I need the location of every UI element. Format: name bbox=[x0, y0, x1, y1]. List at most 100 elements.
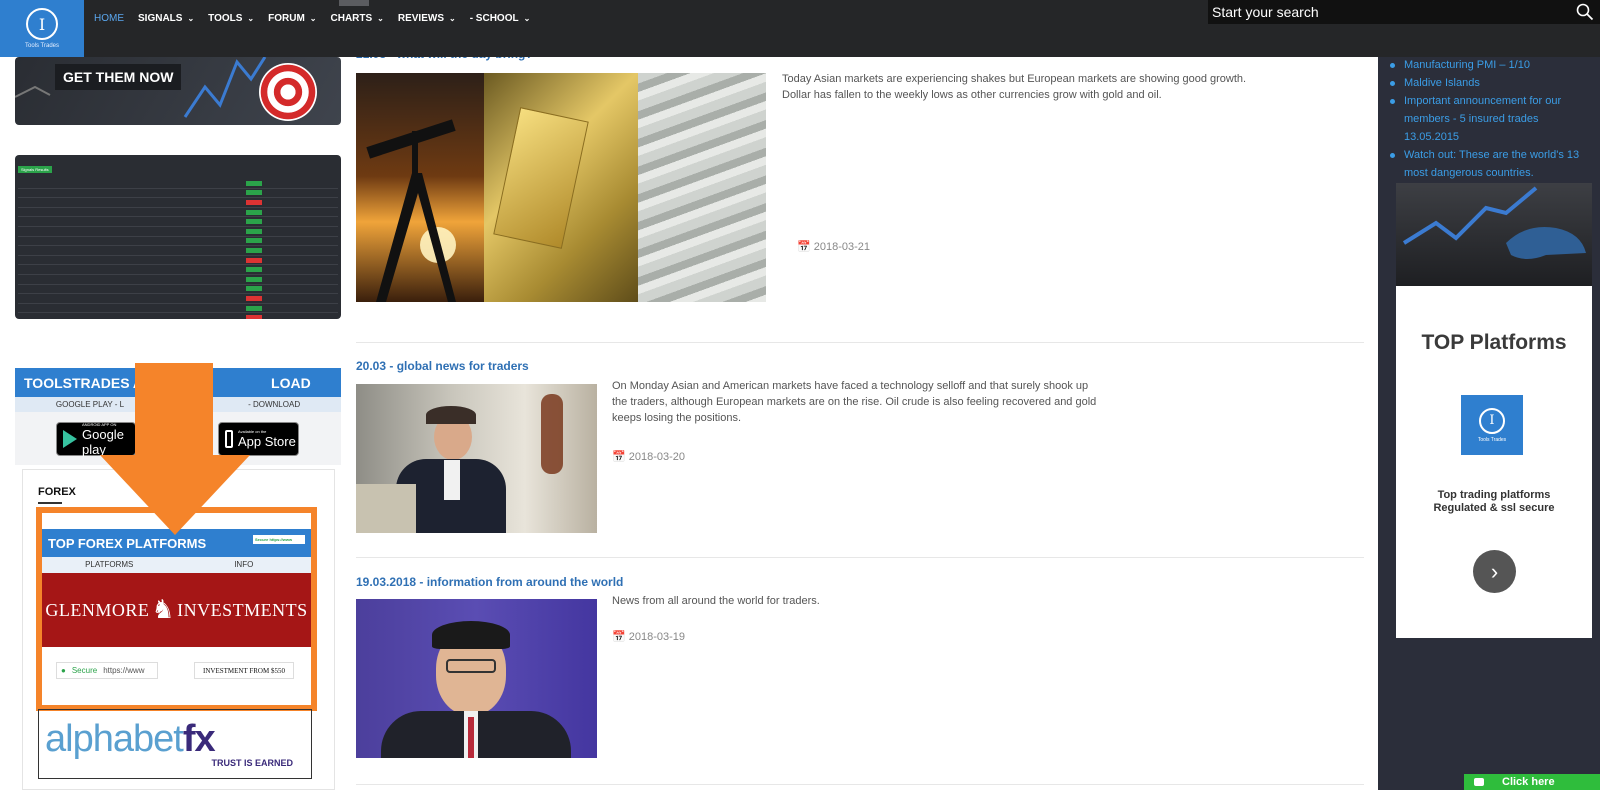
ad-copy-line-1: Top trading platforms bbox=[1437, 489, 1551, 501]
table-row bbox=[18, 208, 338, 218]
divider bbox=[356, 557, 1364, 558]
article-title-link[interactable]: 20.03 - global news for traders bbox=[356, 359, 529, 373]
top-platforms-ad[interactable]: TOP Platforms Ι Tools Trades Top trading… bbox=[1396, 183, 1592, 638]
nav-charts[interactable]: CHARTS ⌄ bbox=[331, 13, 384, 24]
alphabetfx-logo: alphabetfx bbox=[45, 720, 311, 758]
glenmore-left-text: GLENMORE bbox=[45, 599, 150, 620]
app-box-subtitle: GOOGLE PLAY - L - DOWNLOAD bbox=[15, 397, 341, 412]
divider bbox=[356, 784, 1364, 785]
table-row bbox=[18, 179, 338, 189]
search-input[interactable] bbox=[1208, 0, 1570, 24]
top-forex-platforms-banner[interactable]: TOP FOREX PLATFORMS Secure https://www P… bbox=[36, 507, 317, 711]
latest-news-list: Manufacturing PMI – 1/10 Maldive Islands… bbox=[1378, 56, 1600, 182]
target-icon bbox=[259, 63, 317, 121]
mini-url-bar: Secure https://www bbox=[253, 535, 305, 544]
article-image-oil-gold-dollars[interactable] bbox=[356, 73, 766, 302]
nav-home[interactable]: HOME bbox=[94, 13, 124, 24]
app-box-subtitle-tail: - DOWNLOAD bbox=[248, 400, 301, 409]
table-row bbox=[18, 217, 338, 227]
app-store-label: App Store bbox=[238, 434, 296, 449]
chevron-down-icon: ⌄ bbox=[523, 14, 531, 23]
nav-forum-label: FORUM bbox=[268, 13, 305, 24]
news-link[interactable]: Watch out: These are the world's 13 most… bbox=[1390, 146, 1600, 182]
app-box-subtitle-text: GOOGLE PLAY - L bbox=[55, 400, 125, 409]
site-logo[interactable]: Ι Tools Trades bbox=[0, 0, 84, 57]
ad-logo: Ι Tools Trades bbox=[1461, 395, 1523, 455]
chevron-down-icon: ⌄ bbox=[449, 14, 456, 23]
alphabet-text: alphabet bbox=[45, 718, 184, 760]
nav-tools[interactable]: TOOLS ⌄ bbox=[208, 13, 254, 24]
col-info: INFO bbox=[234, 560, 254, 569]
fx-text: fx bbox=[182, 718, 216, 760]
table-row bbox=[18, 304, 338, 314]
chat-button-label: Click here bbox=[1502, 776, 1555, 788]
nav-signals[interactable]: SIGNALS ⌄ bbox=[138, 13, 194, 24]
article-date-value: 2018-03-20 bbox=[628, 451, 686, 463]
google-play-icon bbox=[63, 430, 77, 448]
article-image-man-portrait[interactable] bbox=[356, 384, 597, 533]
article-excerpt: Today Asian markets are experiencing sha… bbox=[782, 73, 1247, 101]
forex-panel: FOREX TOP FOREX PLATFORMS Secure https:/… bbox=[22, 469, 335, 790]
news-feed: 21.03 - what will the day bring? Today A… bbox=[356, 47, 1364, 790]
app-download-box: TOOLSTRADES A LOAD GOOGLE PLAY - L - DOW… bbox=[15, 368, 341, 465]
article-date: 📅 2018-03-21 bbox=[797, 240, 870, 253]
table-row bbox=[18, 275, 338, 285]
signals-rows bbox=[18, 179, 338, 319]
top-forex-header: TOP FOREX PLATFORMS Secure https://www bbox=[42, 529, 311, 557]
table-row bbox=[18, 237, 338, 247]
col-platforms: PLATFORMS bbox=[85, 560, 134, 569]
heading-underline bbox=[38, 502, 62, 504]
article-date: 📅 2018-03-19 bbox=[612, 630, 685, 643]
nav-school[interactable]: - SCHOOL ⌄ bbox=[470, 13, 531, 24]
get-them-now-button[interactable]: GET THEM NOW bbox=[55, 64, 182, 90]
calendar-icon: 📅 bbox=[612, 451, 626, 463]
news-link[interactable]: Maldive Islands bbox=[1390, 74, 1600, 92]
article-excerpt: On Monday Asian and American markets hav… bbox=[612, 380, 1097, 424]
table-row bbox=[18, 285, 338, 295]
app-store-button[interactable]: Available on the App Store bbox=[218, 422, 299, 456]
nav-charts-label: CHARTS bbox=[330, 13, 373, 24]
google-play-button[interactable]: ANDROID APP ON Google play bbox=[56, 422, 136, 457]
nav-reviews-label: REVIEWS bbox=[397, 13, 444, 24]
calendar-icon: 📅 bbox=[797, 241, 811, 253]
news-link[interactable]: Manufacturing PMI – 1/10 bbox=[1390, 56, 1600, 74]
nav-signals-label: SIGNALS bbox=[138, 13, 183, 24]
alphabetfx-banner[interactable]: alphabetfx TRUST IS EARNED bbox=[38, 709, 312, 779]
nav-forum[interactable]: FORUM ⌄ bbox=[268, 13, 316, 24]
article-title-link[interactable]: 19.03.2018 - information from around the… bbox=[356, 575, 623, 589]
iphone-icon bbox=[225, 430, 233, 448]
chevron-down-icon: ⌄ bbox=[247, 14, 255, 23]
ad-bull-bear-graphic bbox=[1396, 183, 1592, 286]
article-date-value: 2018-03-21 bbox=[813, 241, 871, 253]
glenmore-right-text: INVESTMENTS bbox=[177, 599, 308, 620]
news-link[interactable]: Important announcement for our members -… bbox=[1390, 92, 1600, 146]
chevron-down-icon: ⌄ bbox=[187, 14, 195, 23]
alphabetfx-tagline: TRUST IS EARNED bbox=[211, 758, 293, 768]
article-item: 19.03.2018 - information from around the… bbox=[356, 575, 1364, 775]
left-sidebar: GET THEM NOW Signals Results TOOLSTRADES… bbox=[0, 57, 350, 790]
table-row bbox=[18, 198, 338, 208]
table-row bbox=[18, 294, 338, 304]
ad-logo-text: Tools Trades bbox=[1477, 436, 1507, 443]
glenmore-investments-logo: GLENMORE ♞ INVESTMENTS bbox=[42, 573, 311, 647]
article-item: 20.03 - global news for traders On Monda… bbox=[356, 359, 1364, 539]
table-row bbox=[18, 313, 338, 319]
calendar-icon: 📅 bbox=[612, 631, 626, 643]
signals-results-table-image[interactable]: Signals Results bbox=[15, 155, 341, 319]
article-image-man-speaking[interactable] bbox=[356, 599, 597, 758]
divider bbox=[356, 342, 1364, 343]
nav-reviews[interactable]: REVIEWS ⌄ bbox=[398, 13, 456, 24]
chat-button[interactable]: Click here bbox=[1464, 774, 1600, 790]
investment-from-label: INVESTMENT FROM $550 bbox=[194, 662, 294, 679]
chevron-down-icon: ⌄ bbox=[309, 14, 317, 23]
search-icon[interactable] bbox=[1570, 0, 1600, 24]
logo-text: Tools Trades bbox=[24, 43, 60, 49]
table-row bbox=[18, 227, 338, 237]
nav-home-label: HOME bbox=[94, 13, 124, 24]
article-item: 21.03 - what will the day bring? Today A… bbox=[356, 47, 1364, 337]
logo-emblem-icon: Ι bbox=[1479, 407, 1505, 434]
chat-bubble-icon bbox=[1474, 778, 1484, 786]
signals-promo-banner[interactable]: GET THEM NOW bbox=[15, 57, 341, 125]
table-row bbox=[18, 265, 338, 275]
chevron-right-icon[interactable]: › bbox=[1473, 550, 1516, 593]
